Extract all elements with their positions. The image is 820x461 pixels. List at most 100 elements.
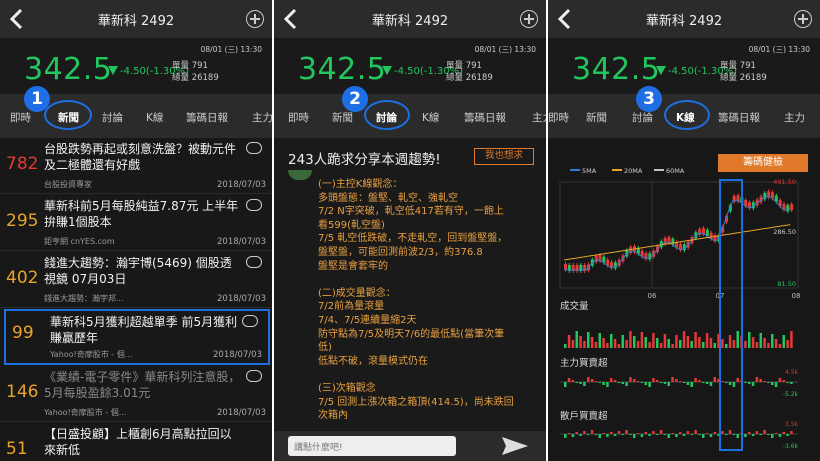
news-item[interactable]: 402 錢進大趨勢：瀚宇博(5469) 個股透視鏡 07月03日 錢進大趨勢：瀚宇邦… — [0, 252, 272, 308]
news-source: Yahoo!奇摩股市 - 個... — [50, 350, 133, 359]
post-line: 7/5 回測上漲次箱之箱頂(414.5)，尚未跌回 — [318, 396, 514, 408]
month-label: 06 — [648, 292, 657, 300]
panel-kline: 華新科 2492 08/01 (三) 13:30 342.5 -4.50(-1.… — [548, 0, 820, 461]
main-value: 4.5k — [785, 369, 799, 376]
main-force-bar — [751, 382, 755, 386]
tab-discuss[interactable]: 討論 — [102, 110, 123, 125]
tab-realtime[interactable]: 即時 — [288, 110, 309, 125]
add-icon[interactable] — [520, 10, 538, 28]
tab-chip-report[interactable]: 籌碼日報 — [718, 110, 760, 125]
retail-bar — [682, 434, 686, 436]
request-button[interactable]: 我也想求 — [474, 148, 534, 165]
comment-icon[interactable] — [246, 142, 262, 154]
tab-chip-report[interactable]: 籌碼日報 — [464, 110, 506, 125]
main-force-bar — [675, 379, 678, 382]
news-item[interactable]: 146 《業績-電子零件》華新科列注意股，5月每股盈餘3.01元 Yahoo!奇摩股… — [0, 366, 272, 422]
comment-input[interactable]: 講點什麼吧! — [288, 436, 456, 456]
tab-main-force[interactable]: 主力 — [252, 110, 272, 125]
main-force-bar — [732, 382, 736, 387]
add-icon[interactable] — [794, 10, 812, 28]
volume-bar — [786, 340, 789, 348]
news-item[interactable]: 99 華新科5月獲利超越單季 前5月獲利賺贏歷年 Yahoo!奇摩股市 - 個...… — [4, 309, 270, 365]
tab-news[interactable]: 新聞 — [332, 110, 353, 125]
news-date: 2018/07/03 — [217, 408, 266, 418]
comment-bar: 講點什麼吧! — [274, 431, 546, 461]
tab-news[interactable]: 新聞 — [586, 110, 607, 125]
volume-bar — [598, 333, 601, 348]
main-force-bar — [679, 381, 682, 382]
single-volume: 單量 791 — [446, 61, 482, 71]
retail-bar — [659, 430, 663, 434]
news-source: 錢進大趨勢：瀚宇邦... — [44, 294, 124, 303]
discussion-headline: 243人跪求分享本週趨勢! — [288, 152, 441, 168]
retail-bar — [778, 434, 782, 437]
news-date: 2018/07/03 — [217, 237, 266, 247]
volume-bar — [621, 335, 624, 348]
send-icon[interactable] — [500, 435, 530, 457]
retail-bar — [667, 434, 670, 438]
volume-bar — [782, 335, 785, 348]
comment-icon[interactable] — [246, 199, 262, 211]
page-title: 華新科 2492 — [97, 14, 175, 29]
tab-main-force[interactable]: 主力 — [532, 110, 546, 125]
tab-kline[interactable]: K線 — [422, 110, 439, 125]
post-line: 低點不破，滾量模式仍在 — [318, 355, 428, 367]
news-item[interactable]: 51 【日盛投顧】上櫃創6月高點拉回以來新低 — [0, 423, 272, 461]
single-volume: 單量 791 — [720, 61, 756, 71]
news-title: 《業績-電子零件》華新科列注意股，5月每股盈餘3.01元 — [44, 370, 241, 400]
down-arrow-icon — [108, 66, 118, 75]
volume-bar — [705, 333, 709, 348]
retail-bar — [671, 433, 674, 434]
comment-icon[interactable] — [246, 256, 262, 268]
retail-bar — [725, 434, 728, 435]
tab-kline[interactable]: K線 — [146, 110, 163, 125]
main-force-bar — [686, 382, 690, 385]
main-value-neg: -5.2k — [783, 391, 799, 398]
retail-bar — [571, 434, 575, 437]
tab-realtime[interactable]: 即時 — [548, 110, 569, 125]
main-force-bar — [694, 378, 697, 382]
volume-bar — [571, 340, 575, 348]
legend-label: 5MA — [582, 167, 597, 175]
retail-bar — [782, 432, 785, 434]
page-title: 華新科 2492 — [645, 14, 723, 29]
main-force-bar — [744, 382, 747, 383]
ma5-line — [563, 195, 791, 271]
tab-chip-report[interactable]: 籌碼日報 — [186, 110, 228, 125]
post-line: (三)次箱觀念 — [318, 382, 376, 394]
quote-time: 08/01 (三) 13:30 — [474, 45, 536, 54]
retail-bar — [625, 430, 628, 434]
retail-bar — [602, 433, 605, 434]
comment-icon[interactable] — [242, 315, 258, 327]
main-force-bar — [652, 378, 655, 382]
retail-bar — [575, 432, 578, 434]
comment-count: 146 — [6, 382, 39, 402]
retail-bar — [663, 434, 667, 435]
news-item[interactable]: 295 華新科前5月每股純益7.87元 上半年拚賺1個股本 鉅亨網 cnYES.co… — [0, 195, 272, 251]
tab-discuss[interactable]: 討論 — [632, 110, 653, 125]
main-force-bar — [594, 381, 598, 382]
post-line: 多頭盤態：盤堅、軋空、強軋空 — [318, 192, 458, 204]
comment-icon[interactable] — [246, 370, 262, 382]
step-badge-2: 2 — [342, 86, 368, 112]
tab-bar: 即時 新聞 討論 K線 籌碼日報 主力 2 — [274, 86, 546, 138]
news-item[interactable]: 782 台股跌勢再起或刻意洗盤？被動元件及二極體還有好戲 台股投資專家 2018/07… — [0, 138, 272, 194]
news-date: 2018/07/03 — [213, 350, 262, 360]
retail-bar — [617, 431, 621, 434]
main-force-bar — [759, 379, 762, 382]
news-title: 【日盛投顧】上櫃創6月高點拉回以來新低 — [44, 427, 232, 457]
main-force-bar — [621, 382, 624, 384]
add-icon[interactable] — [246, 10, 264, 28]
price: 342.5 — [572, 52, 661, 87]
tab-realtime[interactable]: 即時 — [10, 110, 31, 125]
volume-bar — [686, 336, 690, 348]
volume-bar — [778, 344, 782, 348]
volume-bar — [694, 332, 697, 348]
main-force-bar — [579, 382, 582, 384]
high-label: 491.50 — [773, 178, 796, 186]
retail-bar — [748, 432, 751, 434]
volume-bar — [602, 338, 605, 348]
retail-bar — [690, 434, 693, 435]
tab-main-force[interactable]: 主力 — [784, 110, 805, 125]
main-force-bar — [755, 377, 759, 382]
